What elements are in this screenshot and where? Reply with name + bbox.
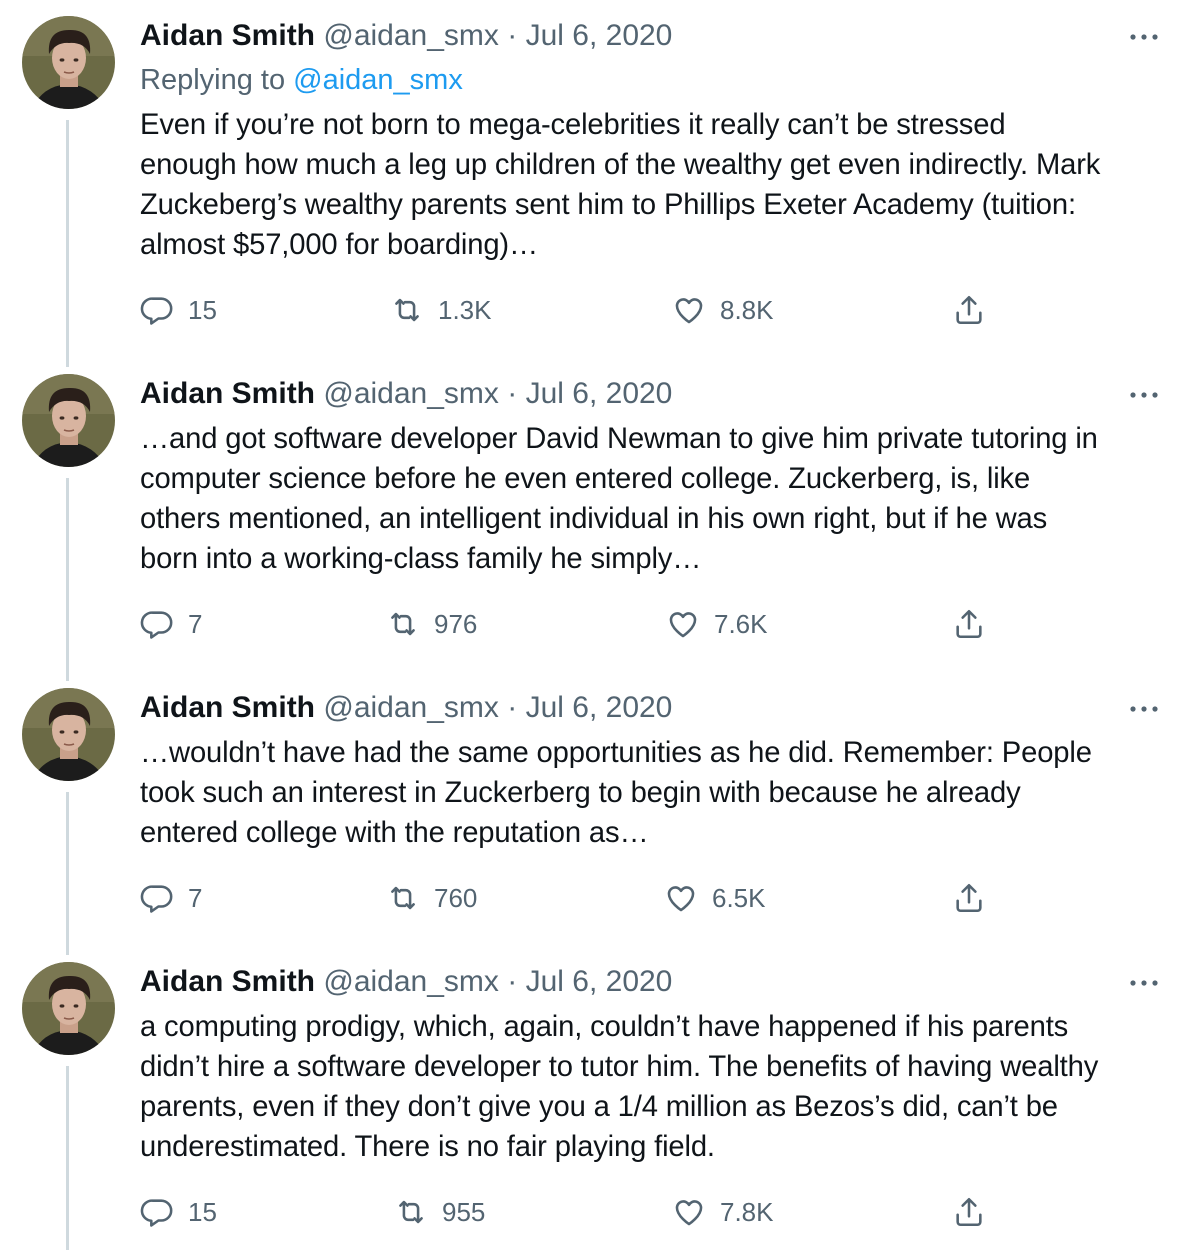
retweet-count: 976 <box>434 608 478 639</box>
share-icon <box>952 1195 986 1229</box>
replying-to-label: Replying to <box>140 64 286 96</box>
reply-count: 15 <box>188 1196 217 1227</box>
retweet-icon <box>386 607 420 641</box>
replying-to: Replying to @aidan_smx <box>140 60 463 100</box>
tweet[interactable]: Aidan Smith @aidan_smx · Jul 6, 2020 …wo… <box>0 688 1182 948</box>
tweet[interactable]: Aidan Smith @aidan_smx · Jul 6, 2020 …an… <box>0 374 1182 674</box>
author-handle[interactable]: @aidan_smx <box>323 377 499 410</box>
share-button[interactable] <box>952 878 988 918</box>
separator: · <box>507 965 518 998</box>
like-button[interactable]: 7.6K <box>666 604 768 644</box>
reply-button[interactable]: 7 <box>140 878 202 918</box>
heart-icon <box>664 881 698 915</box>
more-icon[interactable] <box>1128 388 1160 400</box>
reply-count: 15 <box>188 294 217 325</box>
reply-count: 7 <box>188 608 203 639</box>
tweet-text: …wouldn’t have had the same opportunitie… <box>140 737 1092 849</box>
author-name[interactable]: Aidan Smith <box>140 19 315 52</box>
heart-icon <box>672 293 706 327</box>
tweet-date[interactable]: Jul 6, 2020 <box>526 965 673 998</box>
tweet-text: …and got software developer David Newman… <box>140 423 1098 575</box>
avatar[interactable] <box>22 962 115 1055</box>
share-button[interactable] <box>952 290 988 330</box>
retweet-icon <box>394 1195 428 1229</box>
reply-button[interactable]: 15 <box>140 290 217 330</box>
reply-count: 7 <box>188 882 203 913</box>
separator: · <box>507 19 518 52</box>
retweet-icon <box>386 881 420 915</box>
share-button[interactable] <box>952 1192 988 1232</box>
tweet-header: Aidan Smith @aidan_smx · Jul 6, 2020 <box>140 962 672 1002</box>
retweet-count: 760 <box>434 882 478 913</box>
like-button[interactable]: 6.5K <box>664 878 766 918</box>
like-count: 7.6K <box>714 608 768 639</box>
tweet-actions: 15 1.3K 8.8K <box>140 290 1040 330</box>
author-name[interactable]: Aidan Smith <box>140 691 315 724</box>
tweet-text: a computing prodigy, which, again, could… <box>140 1011 1099 1163</box>
more-icon[interactable] <box>1128 702 1160 714</box>
replying-to-mention[interactable]: @aidan_smx <box>293 64 463 96</box>
tweet[interactable]: Aidan Smith @aidan_smx · Jul 6, 2020 a c… <box>0 962 1182 1242</box>
retweet-button[interactable]: 1.3K <box>390 290 492 330</box>
avatar[interactable] <box>22 16 115 109</box>
author-handle[interactable]: @aidan_smx <box>323 19 499 52</box>
retweet-button[interactable]: 955 <box>394 1192 485 1232</box>
author-handle[interactable]: @aidan_smx <box>323 965 499 998</box>
tweet-date[interactable]: Jul 6, 2020 <box>526 377 673 410</box>
separator: · <box>507 377 518 410</box>
tweet-date[interactable]: Jul 6, 2020 <box>526 19 673 52</box>
retweet-count: 1.3K <box>438 294 492 325</box>
avatar[interactable] <box>22 688 115 781</box>
reply-button[interactable]: 7 <box>140 604 202 644</box>
tweet-date[interactable]: Jul 6, 2020 <box>526 691 673 724</box>
retweet-button[interactable]: 760 <box>386 878 477 918</box>
like-count: 7.8K <box>720 1196 774 1227</box>
retweet-icon <box>390 293 424 327</box>
separator: · <box>507 691 518 724</box>
share-button[interactable] <box>952 604 988 644</box>
tweet[interactable]: Aidan Smith @aidan_smx · Jul 6, 2020 Rep… <box>0 16 1182 356</box>
reply-icon <box>140 607 174 641</box>
tweet-actions: 15 955 7.8K <box>140 1192 1040 1232</box>
tweet-actions: 7 760 6.5K <box>140 878 1040 918</box>
author-handle[interactable]: @aidan_smx <box>323 691 499 724</box>
more-icon[interactable] <box>1128 30 1160 42</box>
heart-icon <box>672 1195 706 1229</box>
share-icon <box>952 293 986 327</box>
avatar[interactable] <box>22 374 115 467</box>
tweet-header: Aidan Smith @aidan_smx · Jul 6, 2020 <box>140 374 672 414</box>
heart-icon <box>666 607 700 641</box>
reply-icon <box>140 881 174 915</box>
tweet-header: Aidan Smith @aidan_smx · Jul 6, 2020 <box>140 16 672 56</box>
tweet-actions: 7 976 7.6K <box>140 604 1040 644</box>
like-button[interactable]: 7.8K <box>672 1192 774 1232</box>
retweet-button[interactable]: 976 <box>386 604 477 644</box>
like-button[interactable]: 8.8K <box>672 290 774 330</box>
like-count: 6.5K <box>712 882 766 913</box>
reply-icon <box>140 1195 174 1229</box>
reply-icon <box>140 293 174 327</box>
author-name[interactable]: Aidan Smith <box>140 965 315 998</box>
tweet-text: Even if you’re not born to mega-celebrit… <box>140 109 1101 261</box>
author-name[interactable]: Aidan Smith <box>140 377 315 410</box>
retweet-count: 955 <box>442 1196 486 1227</box>
more-icon[interactable] <box>1128 976 1160 988</box>
share-icon <box>952 881 986 915</box>
tweet-header: Aidan Smith @aidan_smx · Jul 6, 2020 <box>140 688 672 728</box>
reply-button[interactable]: 15 <box>140 1192 217 1232</box>
share-icon <box>952 607 986 641</box>
like-count: 8.8K <box>720 294 774 325</box>
